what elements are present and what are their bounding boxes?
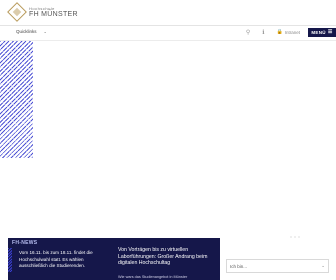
news-teaser[interactable]: FH-NEWS Vom 16.11. bis zum 18.11. findet… — [8, 238, 114, 280]
chevron-down-icon: ⌄ — [321, 263, 325, 268]
news-label: FH-NEWS — [12, 240, 38, 246]
header-divider — [0, 25, 336, 26]
quicklinks-label: Quicklinks — [16, 29, 37, 34]
logo-text: Hochschule FH MÜNSTER — [29, 6, 78, 18]
header-tools: ⚲ ℹ 🔒 Intranet MENÜ ☰ — [246, 27, 336, 37]
feature-title: Von Vorträgen bis zu virtuellen Laborfüh… — [118, 247, 208, 267]
chevron-down-icon: ⌄ — [43, 29, 47, 34]
logo[interactable]: Hochschule FH MÜNSTER — [7, 2, 78, 22]
lock-icon: 🔒 — [276, 29, 283, 35]
nav-divider — [0, 40, 336, 41]
hero-pattern-overlay — [0, 41, 33, 158]
audience-select-value: Ich bin... — [230, 263, 248, 269]
news-stripe — [8, 248, 12, 272]
quicklinks-dropdown[interactable]: Quicklinks ⌄ — [16, 29, 47, 34]
menu-button[interactable]: MENÜ ☰ — [308, 27, 336, 37]
menu-label: MENÜ — [311, 29, 326, 35]
hamburger-icon: ☰ — [327, 29, 333, 35]
feature-subtitle: Wie wars das Studienangebot in Münster — [118, 275, 188, 279]
audience-select[interactable]: Ich bin... ⌄ — [226, 259, 329, 273]
search-icon[interactable]: ⚲ — [246, 29, 250, 36]
logo-main-text: FH MÜNSTER — [29, 10, 78, 18]
news-text: Vom 16.11. bis zum 18.11. findet die Hoc… — [19, 250, 93, 268]
teaser-strip: FH-NEWS Vom 16.11. bis zum 18.11. findet… — [0, 238, 336, 280]
page: Hochschule FH MÜNSTER Quicklinks ⌄ ⚲ ℹ 🔒… — [0, 0, 336, 280]
login-link[interactable]: 🔒 Intranet — [277, 29, 301, 35]
info-icon[interactable]: ℹ — [262, 29, 264, 36]
feature-teaser[interactable]: Von Vorträgen bis zu virtuellen Laborfüh… — [114, 238, 220, 280]
logo-mark-icon — [7, 2, 27, 22]
login-label: Intranet — [284, 29, 300, 35]
